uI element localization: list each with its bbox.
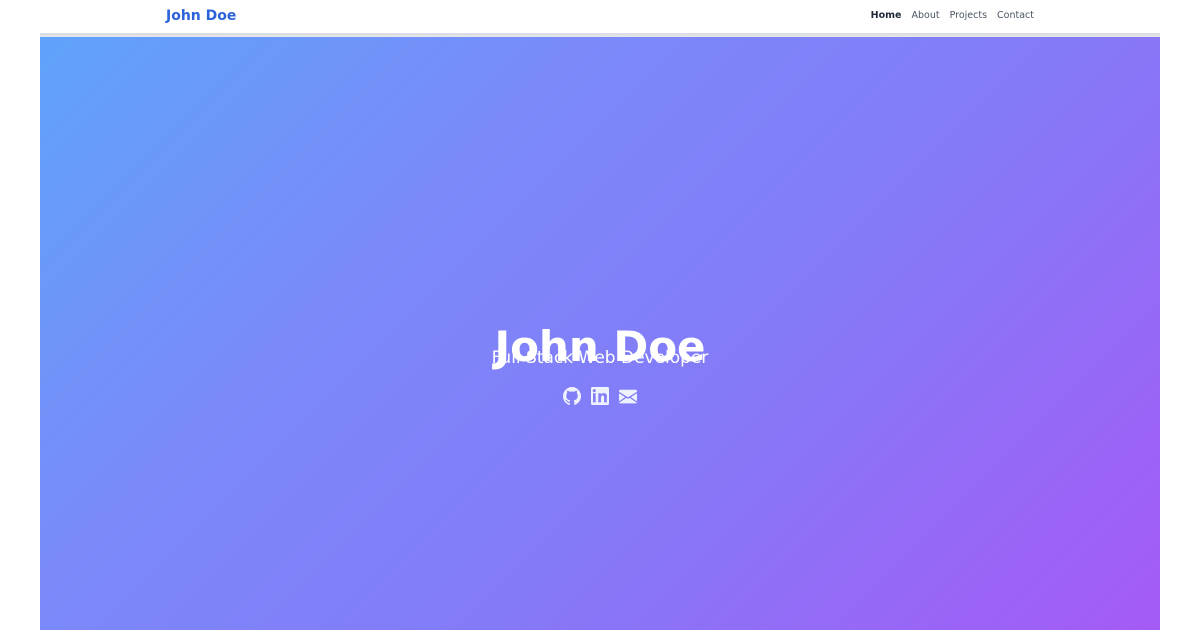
hero-section: John Doe Full Stack Web Developer (40, 37, 1160, 630)
brand-link[interactable]: John Doe (166, 8, 236, 24)
email-link[interactable] (619, 389, 637, 407)
top-navbar: John Doe Home About Projects Contact (40, 0, 1160, 33)
nav-link-projects[interactable]: Projects (950, 10, 987, 22)
social-links (563, 387, 637, 409)
github-link[interactable] (563, 387, 581, 409)
github-icon (563, 387, 581, 409)
hero-subtitle: Full Stack Web Developer (491, 348, 709, 368)
nav-link-about[interactable]: About (911, 10, 939, 22)
linkedin-icon (591, 387, 609, 409)
linkedin-link[interactable] (591, 387, 609, 409)
nav-link-home[interactable]: Home (871, 10, 902, 22)
portfolio-page: John Doe Home About Projects Contact Joh… (0, 0, 1200, 630)
nav-link-contact[interactable]: Contact (997, 10, 1034, 22)
nav-links: Home About Projects Contact (871, 10, 1034, 22)
email-icon (619, 387, 637, 409)
